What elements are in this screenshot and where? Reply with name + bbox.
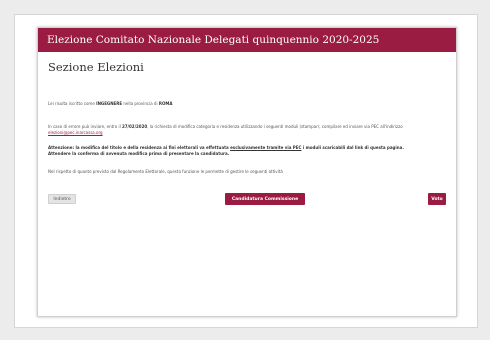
rules-note: Nel rispetto di quanto previsto dal Rego… bbox=[48, 169, 283, 174]
back-button[interactable]: Indietro bbox=[48, 194, 76, 204]
warning-text: Attenzione: la modifica del titolo e del… bbox=[48, 145, 446, 157]
notice-middle: , la richiesta di modifica categoria e r… bbox=[147, 124, 403, 129]
notice-deadline: 27/02/2020 bbox=[121, 124, 148, 129]
warning-line1-suffix: i moduli scaricabili dal link di questa … bbox=[302, 145, 404, 150]
warning-line1-emphasis: esclusivamente tramite via PEC bbox=[230, 145, 302, 150]
card-body: Sezione Elezioni Lei risulta iscritto co… bbox=[38, 60, 456, 205]
page-title: Elezione Comitato Nazionale Delegati qui… bbox=[47, 34, 380, 46]
elections-card: Elezione Comitato Nazionale Delegati qui… bbox=[37, 27, 457, 317]
candidatura-commissione-button[interactable]: Candidatura Commissione bbox=[225, 193, 305, 205]
modification-notice: In caso di errore può inviare, entro il … bbox=[48, 124, 446, 136]
browser-viewport: Elezione Comitato Nazionale Delegati qui… bbox=[14, 14, 478, 328]
registration-info: Lei risulta iscritto come INGEGNERE nell… bbox=[48, 101, 446, 107]
vote-button[interactable]: Voto bbox=[428, 193, 446, 205]
card-header: Elezione Comitato Nazionale Delegati qui… bbox=[38, 28, 456, 52]
pec-email-link[interactable]: elezioni@pec.inarcassa.org bbox=[48, 130, 103, 135]
section-title: Sezione Elezioni bbox=[48, 60, 144, 74]
notice-prefix: In caso di errore può inviare, entro il bbox=[48, 124, 121, 129]
registration-province: ROMA bbox=[158, 101, 173, 106]
registration-middle: nella provincia di bbox=[123, 101, 158, 106]
registration-prefix: Lei risulta iscritto come bbox=[48, 101, 95, 106]
registration-category: INGEGNERE bbox=[96, 101, 123, 106]
warning-line2: Attendere la conferma di avvenuta modifi… bbox=[48, 151, 230, 156]
warning-line1-prefix: Attenzione: la modifica del titolo e del… bbox=[48, 145, 229, 150]
